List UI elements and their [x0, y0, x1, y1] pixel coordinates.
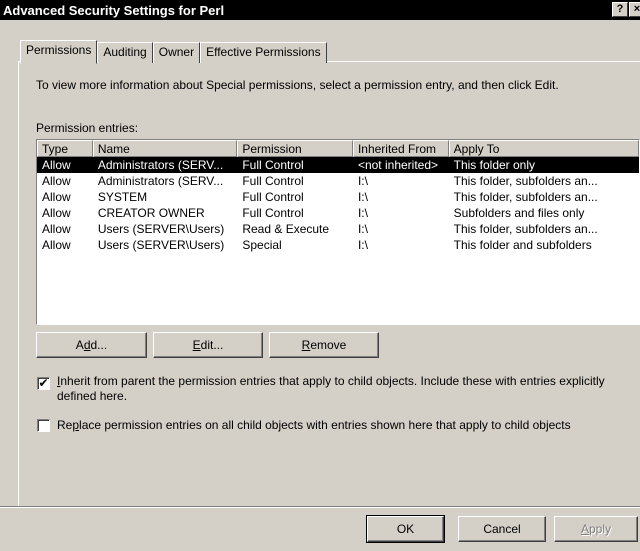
cell-inherited-from: I:\: [357, 222, 368, 236]
cell-type: Allow: [42, 206, 71, 220]
divider: [0, 506, 640, 508]
cell-apply-to: This folder only: [453, 158, 536, 172]
table-row[interactable]: Allow Administrators (SERV... Full Control…: [37, 157, 639, 173]
advanced-security-dialog: Advanced Security Settings for Perl ? × …: [0, 0, 640, 551]
cell-inherited-from: I:\: [357, 190, 368, 204]
cell-permission: Full Control: [242, 206, 304, 220]
table-row[interactable]: Allow Administrators (SERV... Full Control…: [37, 173, 639, 189]
cell-inherited-from: I:\: [357, 238, 368, 252]
cell-inherited-from: I:\: [357, 174, 368, 188]
help-button[interactable]: ?: [612, 2, 628, 17]
cell-type: Allow: [42, 158, 71, 172]
column-header-inherited-from[interactable]: Inherited From: [352, 140, 449, 157]
title-bar[interactable]: Advanced Security Settings for Perl ? ×: [0, 0, 640, 20]
inherit-checkbox[interactable]: ✔: [37, 377, 50, 390]
cell-type: Allow: [42, 222, 71, 236]
cell-type: Allow: [42, 174, 71, 188]
cell-apply-to: This folder, subfolders an...: [453, 190, 598, 204]
column-header-apply-to[interactable]: Apply To: [448, 140, 639, 157]
info-text: To view more information about Special p…: [36, 78, 559, 92]
table-row[interactable]: Allow CREATOR OWNER Full Control I:\ Subfold…: [37, 205, 639, 221]
column-header-type[interactable]: Type: [37, 140, 93, 157]
column-header-name[interactable]: Name: [92, 140, 238, 157]
cell-permission: Read & Execute: [242, 222, 330, 236]
close-button[interactable]: ×: [629, 2, 640, 17]
cell-apply-to: Subfolders and files only: [453, 206, 585, 220]
column-header-permission[interactable]: Permission: [237, 140, 353, 157]
cell-apply-to: This folder, subfolders an...: [453, 222, 598, 236]
cell-name: Users (SERVER\Users): [97, 238, 225, 252]
ok-button[interactable]: OK: [366, 515, 445, 543]
cell-type: Allow: [42, 238, 71, 252]
cell-permission: Special: [242, 238, 282, 252]
apply-button[interactable]: Apply: [554, 516, 638, 542]
cell-name: Administrators (SERV...: [97, 174, 224, 188]
cell-name: SYSTEM: [97, 190, 148, 204]
edit-button[interactable]: Edit...: [153, 332, 263, 358]
checkmark-icon: ✔: [38, 376, 49, 390]
cell-apply-to: This folder and subfolders: [453, 238, 592, 252]
cell-apply-to: This folder, subfolders an...: [453, 174, 598, 188]
tab-owner[interactable]: Owner: [152, 42, 201, 63]
permission-entries-list[interactable]: Type Name Permission Inherited From Appl…: [36, 139, 640, 325]
cell-name: Users (SERVER\Users): [97, 222, 225, 236]
cell-type: Allow: [42, 190, 71, 204]
table-row[interactable]: Allow Users (SERVER\Users) Special I:\ This …: [37, 237, 639, 253]
list-header: Type Name Permission Inherited From Appl…: [37, 140, 639, 157]
add-button[interactable]: Add...: [36, 332, 147, 358]
table-row[interactable]: Allow Users (SERVER\Users) Read & Execute I…: [37, 221, 639, 237]
cell-permission: Full Control: [242, 174, 304, 188]
cell-name: Administrators (SERV...: [97, 158, 224, 172]
cell-name: CREATOR OWNER: [97, 206, 205, 220]
permission-entries-label: Permission entries:: [36, 121, 139, 135]
cell-inherited-from: I:\: [357, 206, 368, 220]
table-row[interactable]: Allow SYSTEM Full Control I:\ This folder, s…: [37, 189, 639, 205]
remove-button[interactable]: Remove: [269, 332, 379, 358]
inherit-checkbox-label[interactable]: Inherit from parent the permission entri…: [57, 374, 640, 404]
cell-permission: Full Control: [242, 190, 304, 204]
tab-auditing[interactable]: Auditing: [97, 42, 153, 63]
window-title: Advanced Security Settings for Perl: [3, 2, 225, 18]
replace-checkbox[interactable]: [37, 419, 50, 432]
cell-permission: Full Control: [242, 158, 304, 172]
tab-strip: Permissions Auditing Owner Effective Per…: [20, 40, 327, 64]
cancel-button[interactable]: Cancel: [458, 516, 546, 542]
cell-inherited-from: <not inherited>: [357, 158, 439, 172]
tab-permissions[interactable]: Permissions: [20, 40, 98, 64]
tab-effective-permissions[interactable]: Effective Permissions: [200, 42, 327, 63]
replace-checkbox-label[interactable]: Replace permission entries on all child …: [57, 418, 571, 433]
